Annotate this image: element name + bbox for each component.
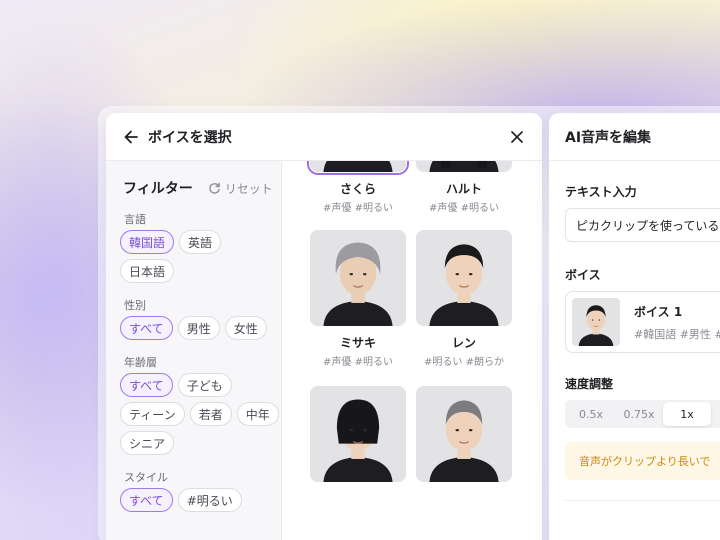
voice-portrait (310, 230, 406, 326)
voice-card[interactable]: さくら #声優 #明るい (307, 161, 409, 214)
voice-card[interactable]: レン #明るい #朗らか (414, 230, 514, 368)
filter-chip[interactable]: シニア (120, 431, 175, 455)
filter-chip[interactable]: 日本語 (120, 259, 175, 283)
filter-chip[interactable]: 女性 (224, 316, 267, 340)
voice-portrait (416, 230, 512, 326)
filter-chip[interactable]: 中年 (236, 402, 279, 426)
filter-chip[interactable]: 韓国語 (120, 230, 175, 254)
voice-panel-header: ボイスを選択 (106, 113, 542, 161)
filter-chip[interactable]: すべて (120, 316, 173, 340)
filter-chip[interactable]: 男性 (177, 316, 220, 340)
voice-card-name: さくら (339, 182, 376, 196)
voice-card-name: レン (451, 336, 476, 350)
voice-card[interactable] (414, 386, 514, 509)
filter-group-label: 性別 (124, 299, 146, 312)
text-input-label: テキスト入力 (565, 185, 637, 199)
filter-chip[interactable]: 若者 (189, 402, 232, 426)
filter-chip[interactable]: 英語 (179, 230, 222, 254)
voice-tags: #韓国語 #男性 # (634, 327, 720, 341)
filter-group-label: スタイル (124, 471, 168, 484)
edit-panel-header: AI音声を編集 (549, 113, 720, 161)
voice-portrait (310, 386, 406, 482)
divider (565, 500, 720, 501)
filter-chip[interactable]: #明るい (177, 488, 242, 512)
voice-card-tags: #声優 #明るい (429, 203, 499, 214)
filter-group-label: 年齢層 (124, 356, 157, 369)
voice-label: ボイス (565, 268, 601, 282)
arrow-left-icon[interactable] (122, 128, 140, 146)
voice-card-name: ミサキ (339, 336, 376, 350)
filter-group-label: 言語 (124, 213, 146, 226)
filter-chip[interactable]: ティーン (120, 402, 185, 426)
reset-button[interactable]: リセット (208, 180, 273, 197)
voice-grid: さくら #声優 #明るい ハルト #声優 #明るい ミサキ #声優 #明るい レン #明… (282, 161, 542, 540)
voice-portrait (416, 161, 512, 172)
voice-panel-title: ボイスを選択 (148, 129, 232, 146)
filter-chip[interactable]: 子ども (177, 373, 232, 397)
voice-avatar (572, 298, 620, 346)
speed-option[interactable]: 0.5x (567, 402, 615, 426)
filter-title: フィルター (123, 181, 193, 197)
reset-label: リセット (224, 181, 273, 196)
edit-panel-title: AI音声を編集 (565, 129, 652, 146)
filter-sidebar: フィルター リセット 言語 韓国語 英語 日本語 性別 すべて 男性 女性 年齢層 すべて 子どもテ… (106, 161, 282, 540)
voice-card-tags: #声優 #明るい (323, 357, 393, 368)
voice-card[interactable]: ハルト #声優 #明るい (414, 161, 514, 214)
voice-portrait (416, 386, 512, 482)
voice-name: ボイス 1 (634, 304, 683, 319)
filter-chip[interactable]: すべて (120, 488, 173, 512)
selected-voice-card[interactable]: ボイス 1 #韓国語 #男性 # (565, 291, 720, 353)
voice-card[interactable] (308, 386, 408, 509)
refresh-icon (209, 182, 220, 194)
filter-chip[interactable]: すべて (120, 373, 173, 397)
speed-option[interactable]: 1x (663, 402, 711, 426)
voice-card-tags: #明るい #朗らか (424, 357, 504, 368)
speed-option[interactable]: 0.75x (615, 402, 663, 426)
voice-portrait (307, 161, 409, 175)
voice-card[interactable]: ミサキ #声優 #明るい (308, 230, 408, 368)
close-icon[interactable] (508, 128, 526, 146)
speed-selector: 0.5x 0.75x 1x (565, 400, 720, 428)
voice-card-name (414, 490, 514, 506)
filter-group: 年齢層すべて 子どもティーン 若者 中年シニア (120, 354, 281, 455)
filter-group: 性別すべて 男性 女性 (120, 297, 281, 340)
filter-group: スタイルすべて #明るい (120, 469, 281, 512)
voice-select-panel: ボイスを選択 フィルター リセット 言語 韓国語 英語 日本語 性別 すべて 男性 女性 年齢層… (106, 113, 542, 540)
voice-card-name: ハルト (445, 182, 482, 196)
edit-voice-panel: AI音声を編集 テキスト入力 ピカクリップを使っている ボイス ボイス 1 #韓… (549, 113, 720, 540)
speed-label: 速度調整 (565, 377, 614, 391)
length-warning: 音声がクリップより長いで (565, 442, 720, 480)
filter-group: 言語韓国語 英語 日本語 (120, 211, 281, 283)
voice-card-name (308, 490, 408, 506)
text-input-field[interactable]: ピカクリップを使っている (565, 208, 720, 242)
voice-card-tags: #声優 #明るい (323, 203, 393, 214)
